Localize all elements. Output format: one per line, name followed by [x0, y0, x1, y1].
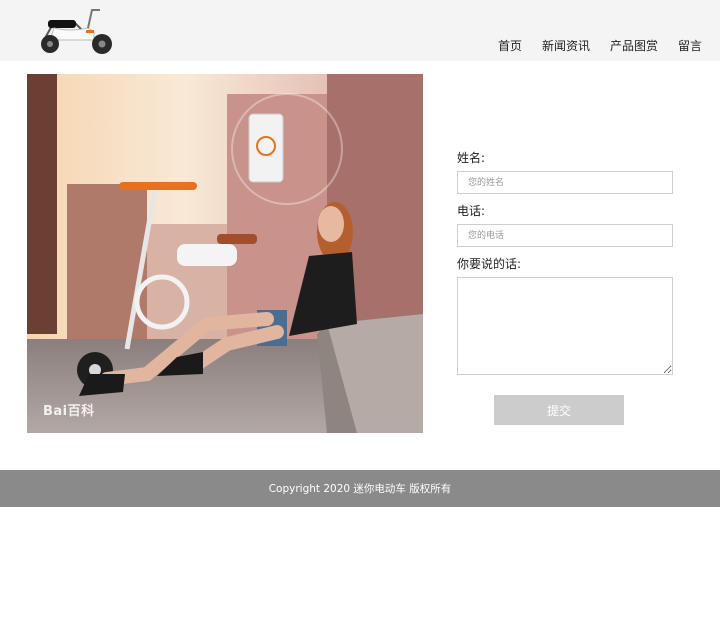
nav-item-news[interactable]: 新闻资讯	[542, 37, 590, 54]
submit-button[interactable]: 提交	[494, 395, 624, 425]
name-label: 姓名:	[457, 151, 486, 165]
scooter-logo-icon[interactable]	[30, 2, 120, 58]
message-label: 你要说的话:	[457, 257, 522, 271]
message-textarea[interactable]	[457, 277, 673, 375]
phone-input[interactable]	[457, 224, 673, 247]
nav-item-products[interactable]: 产品图赏	[610, 37, 658, 54]
phone-label: 电话:	[457, 204, 486, 218]
main-nav: 首页 新闻资讯 产品图赏 留言	[498, 37, 702, 54]
nav-item-home[interactable]: 首页	[498, 37, 522, 54]
product-photo: Bai百科	[27, 74, 423, 433]
message-form: 姓名: 电话: 你要说的话:	[457, 150, 673, 375]
nav-item-message[interactable]: 留言	[678, 37, 702, 54]
baidu-watermark: Bai百科	[43, 404, 95, 419]
name-input[interactable]	[457, 171, 673, 194]
site-footer: Copyright 2020 迷你电动车 版权所有	[0, 470, 720, 507]
site-header: 首页 新闻资讯 产品图赏 留言	[0, 0, 720, 61]
copyright-text: Copyright 2020 迷你电动车 版权所有	[268, 483, 452, 495]
